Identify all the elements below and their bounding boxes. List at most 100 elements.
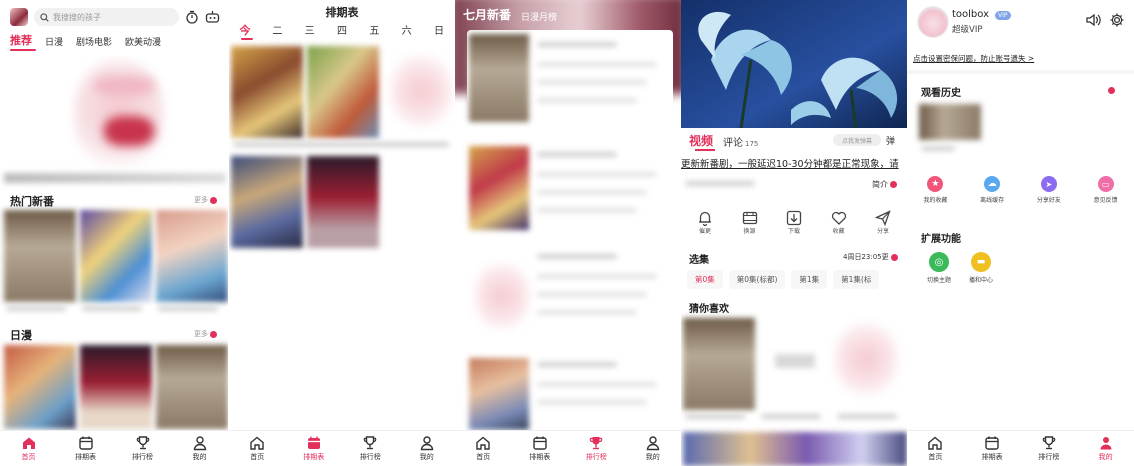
speaker-icon[interactable] <box>1085 12 1101 28</box>
tab-profile[interactable]: 我的 <box>625 431 682 466</box>
weekday-tab[interactable]: 四 <box>332 22 352 38</box>
tab-ranking[interactable]: 排行榜 <box>342 431 399 466</box>
quick-offline-cache[interactable]: ☁ 离线缓存 <box>980 176 1004 204</box>
home-screen: 我搜搜的孩子 推荐 日漫 剧场电影 欧美动漫 热门新番 更多 日漫 更多 首页 … <box>0 0 228 466</box>
app-avatar[interactable] <box>10 8 28 26</box>
episode-chip[interactable]: 第0集(标都) <box>728 270 786 289</box>
tab-profile[interactable]: 我的 <box>1077 431 1134 466</box>
episode-chip[interactable]: 第1集(标 <box>833 270 880 289</box>
episode-chip[interactable]: 第1集 <box>791 270 828 289</box>
anime-card[interactable] <box>231 156 303 248</box>
episode-chip[interactable]: 第0集 <box>687 270 723 289</box>
detail-tabs: 视频 评论 175 <box>689 132 758 149</box>
tab-home[interactable]: 首页 <box>907 431 964 466</box>
tab-monthly-japanese[interactable]: 日漫月榜 <box>521 10 557 23</box>
quick-actions: ★ 我的收藏 ☁ 离线缓存 ➤ 分享好友 ▭ 意见反馈 <box>907 176 1134 204</box>
more-link-japanese[interactable]: 更多 <box>194 329 217 339</box>
weekday-tab[interactable]: 今 <box>235 22 255 38</box>
danmaku-toggle[interactable]: 弹 <box>886 134 895 147</box>
more-link-hot[interactable]: 更多 <box>194 195 217 205</box>
anime-card[interactable] <box>391 56 451 126</box>
bottom-tab-bar: 首页 排期表 排行榜 我的 <box>0 430 228 466</box>
japanese-anime-row <box>4 345 228 429</box>
avatar[interactable] <box>917 6 949 38</box>
chevron-right-icon <box>210 330 217 338</box>
video-player[interactable] <box>681 0 907 128</box>
anime-card[interactable] <box>683 318 755 410</box>
tab-ranking[interactable]: 排行榜 <box>568 431 625 466</box>
chevron-right-icon <box>890 181 897 188</box>
download-icon <box>786 210 802 226</box>
action-urge[interactable]: 催更 <box>687 210 723 235</box>
action-share[interactable]: 分享 <box>865 210 901 235</box>
chat-icon: ▬ <box>971 252 992 272</box>
anime-card[interactable] <box>156 210 228 302</box>
chevron-right-icon <box>890 253 898 261</box>
anime-card[interactable] <box>835 324 897 394</box>
calendar-icon <box>307 436 320 449</box>
action-download[interactable]: 下载 <box>776 210 812 235</box>
danmaku-input[interactable]: 点我发弹幕 <box>833 134 881 146</box>
tab-schedule[interactable]: 排期表 <box>57 431 114 466</box>
tab-japanese-anime[interactable]: 日漫 <box>45 35 63 48</box>
banner-caption-bar <box>4 173 226 183</box>
history-item-thumb[interactable] <box>919 104 981 140</box>
weekday-tab[interactable]: 三 <box>300 22 320 38</box>
tab-indicator <box>695 149 715 151</box>
ranking-cover[interactable] <box>469 358 529 430</box>
tab-july-new[interactable]: 七月新番 <box>463 6 511 23</box>
tab-recommend[interactable]: 推荐 <box>10 32 32 48</box>
robot-icon[interactable] <box>205 10 220 24</box>
weekday-tab[interactable]: 五 <box>364 22 384 38</box>
tab-video[interactable]: 视频 <box>689 132 713 149</box>
anime-card[interactable] <box>80 345 152 429</box>
weekday-tab[interactable]: 六 <box>397 22 417 38</box>
anime-card[interactable] <box>4 210 76 302</box>
ext-center[interactable]: ▬ 播和中心 <box>969 252 993 284</box>
tab-ranking[interactable]: 排行榜 <box>114 431 171 466</box>
anime-card[interactable] <box>307 156 379 248</box>
tab-home[interactable]: 首页 <box>229 431 286 466</box>
intro-link[interactable]: 简介 <box>872 179 897 190</box>
ranking-cover[interactable] <box>469 34 529 122</box>
bottom-tab-bar: 首页 排期表 排行榜 我的 <box>229 430 455 466</box>
timer-icon[interactable] <box>185 10 199 24</box>
anime-title-placeholder <box>6 306 66 311</box>
chevron-right-icon[interactable] <box>1108 87 1115 94</box>
anime-card[interactable] <box>156 345 228 429</box>
action-switch-source[interactable]: 换源 <box>732 210 768 235</box>
anime-card[interactable] <box>4 345 76 429</box>
settings-icon[interactable] <box>1109 12 1125 28</box>
tab-theater-movie[interactable]: 剧场电影 <box>76 35 112 48</box>
divider <box>907 70 1134 74</box>
tab-western-anime[interactable]: 欧美动漫 <box>125 35 161 48</box>
home-banner[interactable] <box>4 56 226 180</box>
tab-schedule[interactable]: 排期表 <box>512 431 569 466</box>
tab-home[interactable]: 首页 <box>455 431 512 466</box>
ranking-cover[interactable] <box>475 264 529 328</box>
security-notice-link[interactable]: 点击设置密保问题，防止账号遗失 > <box>913 53 1034 64</box>
weekday-tab[interactable]: 二 <box>267 22 287 38</box>
ranking-cover[interactable] <box>469 146 529 230</box>
tab-home[interactable]: 首页 <box>0 431 57 466</box>
tab-profile[interactable]: 我的 <box>171 431 228 466</box>
search-icon <box>40 12 49 22</box>
anime-card[interactable] <box>231 46 303 138</box>
tab-ranking[interactable]: 排行榜 <box>1021 431 1078 466</box>
anime-card[interactable] <box>80 210 152 302</box>
tab-schedule[interactable]: 排期表 <box>964 431 1021 466</box>
ext-switch-theme[interactable]: ◎ 切换主题 <box>927 252 951 284</box>
user-icon <box>1100 437 1112 450</box>
search-input[interactable]: 我搜搜的孩子 <box>34 8 179 26</box>
weekday-tab[interactable]: 日 <box>429 22 449 38</box>
quick-favorites[interactable]: ★ 我的收藏 <box>923 176 947 204</box>
profile-screen: toolbox VIP 超级VIP 点击设置密保问题，防止账号遗失 > 观看历史… <box>907 0 1134 466</box>
quick-feedback[interactable]: ▭ 意见反馈 <box>1094 176 1118 204</box>
action-favorite[interactable]: 收藏 <box>821 210 857 235</box>
anime-card[interactable] <box>307 46 379 138</box>
tab-comment[interactable]: 评论 175 <box>723 134 758 149</box>
quick-share-friends[interactable]: ➤ 分享好友 <box>1037 176 1061 204</box>
tab-schedule[interactable]: 排期表 <box>286 431 343 466</box>
tab-profile[interactable]: 我的 <box>399 431 456 466</box>
update-notice: 更新新番剧，一般延迟10-30分钟都是正常现象，请 <box>681 159 899 170</box>
